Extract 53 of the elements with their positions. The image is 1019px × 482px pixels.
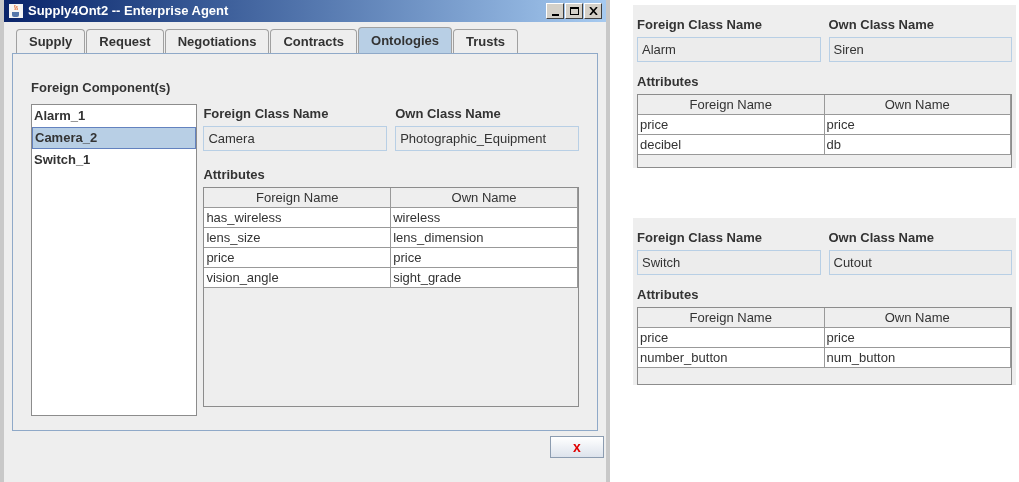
table-cell: has_wireless (204, 208, 392, 228)
table-cell: price (638, 115, 825, 135)
column-header[interactable]: Own Name (391, 188, 578, 208)
tab[interactable]: Ontologies (358, 27, 452, 53)
text-field[interactable]: Cutout (828, 250, 1012, 275)
maximize-icon[interactable] (565, 3, 583, 19)
column-header[interactable]: Own Name (824, 308, 1011, 328)
column-header[interactable]: Foreign Name (638, 308, 825, 328)
close-button[interactable]: x (550, 436, 604, 458)
text-field[interactable]: Siren (828, 37, 1012, 62)
section-label: Attributes (637, 73, 700, 91)
tab[interactable]: Trusts (452, 29, 518, 53)
field-label: Foreign Class Name (637, 16, 763, 34)
table-cell: wireless (391, 208, 578, 228)
table-cell: lens_dimension (391, 228, 578, 248)
table-cell: decibel (638, 135, 825, 155)
column-header[interactable]: Foreign Name (204, 188, 392, 208)
table-cell: price (204, 248, 392, 268)
section-label: Attributes (203, 166, 266, 184)
window-title: Supply4Ont2 -- Enterprise Agent (28, 2, 230, 21)
field-label: Own Class Name (395, 105, 502, 123)
tab[interactable]: Contracts (270, 29, 358, 53)
tab[interactable]: Request (86, 29, 164, 53)
field-label: Own Class Name (828, 16, 935, 34)
tab[interactable]: Negotiations (164, 29, 270, 53)
column-header[interactable]: Foreign Name (638, 95, 825, 115)
close-icon[interactable] (584, 3, 602, 19)
java-cup-icon (8, 3, 24, 19)
table-cell: price (824, 115, 1011, 135)
section-label: Attributes (637, 286, 700, 304)
minimize-icon[interactable] (546, 3, 564, 19)
list-item[interactable]: Switch_1 (32, 149, 197, 171)
text-field[interactable]: Camera (203, 126, 388, 151)
list-item[interactable]: Camera_2 (32, 127, 197, 149)
table-cell: price (824, 328, 1011, 348)
field-label: Foreign Class Name (637, 229, 763, 247)
field-label: Own Class Name (828, 229, 935, 247)
field-label: Foreign Class Name (203, 105, 330, 123)
text-field[interactable]: Alarm (637, 37, 821, 62)
text-field[interactable]: Photographic_Equipment (395, 126, 579, 151)
table-cell: db (824, 135, 1011, 155)
table-cell: price (638, 328, 825, 348)
table-cell: vision_angle (204, 268, 392, 288)
table-cell: number_button (638, 348, 825, 368)
table-cell: lens_size (204, 228, 392, 248)
text-field[interactable]: Switch (637, 250, 821, 275)
table-cell: price (391, 248, 578, 268)
section-label: Foreign Component(s) (31, 79, 172, 97)
table-cell: num_button (824, 348, 1011, 368)
list-item[interactable]: Alarm_1 (32, 105, 197, 127)
table-cell: sight_grade (391, 268, 578, 288)
tab[interactable]: Supply (16, 29, 86, 53)
column-header[interactable]: Own Name (824, 95, 1011, 115)
